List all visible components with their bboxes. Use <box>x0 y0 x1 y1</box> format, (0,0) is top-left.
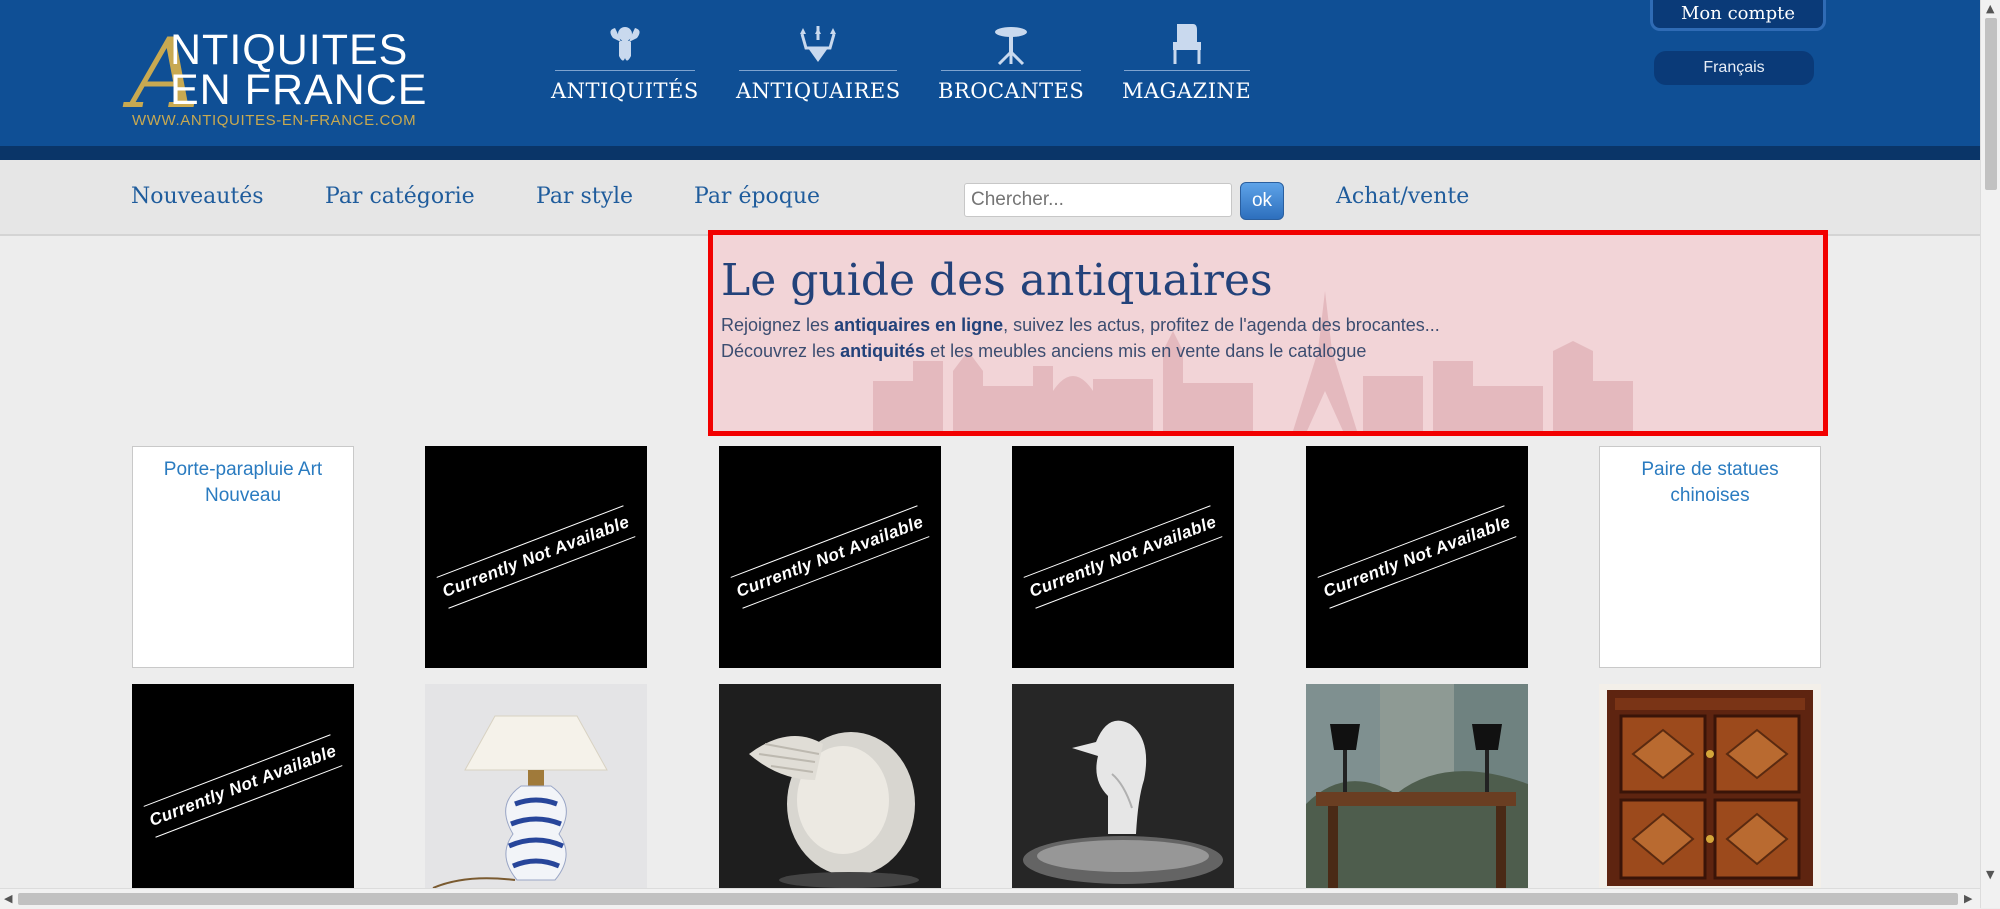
header-band <box>0 146 1980 160</box>
product-card[interactable] <box>719 684 941 888</box>
guide-intro-line-2: Découvrez les antiquités et les meubles … <box>721 341 1366 362</box>
site-header: A NTIQUITES EN FRANCE WWW.ANTIQUITES-EN-… <box>0 0 1980 160</box>
guide-banner: Le guide des antiquaires Rejoignez les a… <box>708 230 1828 436</box>
nav-rule <box>1123 70 1250 71</box>
unavailable-label: Currently Not Available <box>143 734 343 838</box>
nav-label: BROCANTES <box>938 79 1085 103</box>
guide-text: Rejoignez les <box>721 315 835 335</box>
product-photo-glass-dove <box>1012 684 1234 888</box>
nav-rule <box>739 70 898 71</box>
nav-rule <box>554 70 695 71</box>
scroll-down-icon[interactable]: ▼ <box>1986 868 1994 881</box>
product-photo-cabinet <box>1599 684 1821 888</box>
link-par-style[interactable]: Par style <box>536 184 633 209</box>
guide-title: Le guide des antiquaires <box>721 255 1273 306</box>
link-par-epoque[interactable]: Par époque <box>694 184 820 209</box>
guide-text: et les meubles anciens mis en vente dans… <box>925 341 1367 361</box>
pedestal-table-icon <box>988 22 1034 66</box>
nav-magazine[interactable]: MAGAZINE <box>1122 22 1251 103</box>
account-button[interactable]: Mon compte <box>1650 0 1826 31</box>
product-card[interactable] <box>1012 684 1234 888</box>
guide-link-antiquaires[interactable]: antiquaires en ligne <box>834 315 1003 335</box>
site-logo[interactable]: A NTIQUITES EN FRANCE WWW.ANTIQUITES-EN-… <box>130 26 440 131</box>
guide-link-antiquites[interactable]: antiquités <box>840 341 925 361</box>
link-nouveautes[interactable]: Nouveautés <box>131 184 264 209</box>
nav-label: MAGAZINE <box>1122 79 1252 103</box>
guide-intro-line-1: Rejoignez les antiquaires en ligne, suiv… <box>721 315 1440 336</box>
nav-label: ANTIQUITÉS <box>551 79 699 103</box>
unavailable-label: Currently Not Available <box>436 505 636 609</box>
product-card[interactable] <box>425 684 647 888</box>
language-selector[interactable]: Français <box>1654 51 1814 85</box>
product-card[interactable]: Currently Not Available <box>132 684 354 888</box>
guide-text: , suivez les actus, profitez de l'agenda… <box>1003 315 1440 335</box>
link-achat-vente[interactable]: Achat/vente <box>1336 184 1469 209</box>
horizontal-scroll-thumb[interactable] <box>18 893 1958 905</box>
nav-antiquaires[interactable]: ANTIQUAIRES <box>736 22 901 103</box>
scroll-right-icon[interactable]: ▶ <box>1964 892 1972 905</box>
scroll-up-icon[interactable]: ▲ <box>1986 2 1994 15</box>
product-card[interactable]: Currently Not Available <box>1012 446 1234 668</box>
product-card[interactable]: Currently Not Available <box>425 446 647 668</box>
search-button[interactable]: ok <box>1240 182 1284 220</box>
product-card[interactable] <box>1599 684 1821 888</box>
vertical-scroll-thumb[interactable] <box>1985 18 1997 190</box>
logo-url: WWW.ANTIQUITES-EN-FRANCE.COM <box>132 112 417 129</box>
product-photo-table-lamps <box>1306 684 1528 888</box>
nav-brocantes[interactable]: BROCANTES <box>938 22 1084 103</box>
link-par-categorie[interactable]: Par catégorie <box>325 184 475 209</box>
product-photo-lamp <box>425 684 647 888</box>
guide-text: Découvrez les <box>721 341 841 361</box>
nav-label: ANTIQUAIRES <box>736 79 901 103</box>
logo-line-2: EN FRANCE <box>170 66 428 114</box>
nav-rule <box>941 70 1082 71</box>
unavailable-label: Currently Not Available <box>730 505 930 609</box>
chandelier-icon <box>795 22 841 66</box>
armchair-icon <box>1164 22 1210 66</box>
unavailable-label: Currently Not Available <box>1023 505 1223 609</box>
product-card[interactable] <box>1306 684 1528 888</box>
unavailable-label: Currently Not Available <box>1317 505 1517 609</box>
product-card[interactable]: Paire de statues chinoises <box>1599 446 1821 668</box>
product-photo-glass-bird <box>719 684 941 888</box>
vertical-scrollbar[interactable]: ▲ ▼ <box>1980 0 2000 908</box>
nav-antiquites[interactable]: ANTIQUITÉS <box>551 22 699 103</box>
scroll-left-icon[interactable]: ◀ <box>4 892 12 905</box>
product-card[interactable]: Currently Not Available <box>719 446 941 668</box>
horizontal-scrollbar[interactable]: ◀ ▶ <box>0 888 1980 909</box>
cherub-icon <box>602 22 648 66</box>
product-card[interactable]: Currently Not Available <box>1306 446 1528 668</box>
product-card[interactable]: Porte-parapluie Art Nouveau <box>132 446 354 668</box>
search-input[interactable] <box>964 183 1232 217</box>
